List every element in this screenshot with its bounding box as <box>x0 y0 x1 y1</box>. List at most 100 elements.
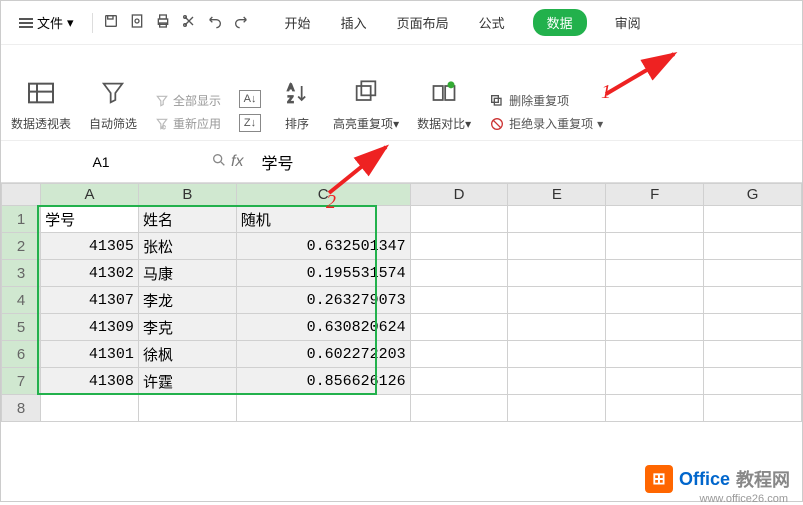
cell[interactable] <box>236 395 410 422</box>
fx-label[interactable]: fx <box>231 153 243 171</box>
cell[interactable] <box>704 314 802 341</box>
cell[interactable] <box>410 368 508 395</box>
data-compare-button[interactable]: 数据对比▾ <box>417 75 471 132</box>
cell[interactable] <box>410 206 508 233</box>
print-icon[interactable] <box>155 13 171 32</box>
cell[interactable]: 0.602272203 <box>236 341 410 368</box>
cell[interactable] <box>508 206 606 233</box>
spreadsheet-grid[interactable]: A B C D E F G 1 学号 姓名 随机 2 41305 张松 0.63… <box>1 183 802 422</box>
cell[interactable] <box>508 260 606 287</box>
col-header-e[interactable]: E <box>508 184 606 206</box>
tab-page-layout[interactable]: 页面布局 <box>395 9 451 36</box>
remove-dup-button[interactable]: 删除重复项 <box>489 92 603 109</box>
cell[interactable]: 0.630820624 <box>236 314 410 341</box>
cell[interactable] <box>704 395 802 422</box>
row-header[interactable]: 2 <box>2 233 41 260</box>
formula-input[interactable] <box>253 153 553 171</box>
col-header-c[interactable]: C <box>236 184 410 206</box>
sort-button[interactable]: AZ 排序 <box>279 75 315 132</box>
cell[interactable]: 马康 <box>138 260 236 287</box>
undo-icon[interactable] <box>207 13 223 32</box>
cell[interactable] <box>508 341 606 368</box>
tab-insert[interactable]: 插入 <box>339 9 369 36</box>
cell[interactable]: 李克 <box>138 314 236 341</box>
cell[interactable] <box>138 395 236 422</box>
cell[interactable]: 41309 <box>41 314 139 341</box>
cell[interactable]: 随机 <box>236 206 410 233</box>
sort-desc-button[interactable]: Z↓ <box>239 114 261 132</box>
cell[interactable] <box>410 341 508 368</box>
highlight-dup-button[interactable]: 高亮重复项▾ <box>333 75 399 132</box>
cell[interactable] <box>606 287 704 314</box>
autofilter-button[interactable]: 自动筛选 <box>89 75 137 132</box>
row-header[interactable]: 6 <box>2 341 41 368</box>
row-header[interactable]: 4 <box>2 287 41 314</box>
hamburger-menu[interactable]: 文件 ▾ <box>11 9 82 36</box>
redo-icon[interactable] <box>233 13 249 32</box>
cell[interactable] <box>41 395 139 422</box>
cell[interactable]: 李龙 <box>138 287 236 314</box>
row-header[interactable]: 1 <box>2 206 41 233</box>
cell[interactable] <box>704 206 802 233</box>
tab-start[interactable]: 开始 <box>283 9 313 36</box>
col-header-f[interactable]: F <box>606 184 704 206</box>
cell[interactable]: 0.856626126 <box>236 368 410 395</box>
select-all-cell[interactable] <box>2 184 41 206</box>
cell[interactable]: 学号 <box>41 206 139 233</box>
name-box-input[interactable] <box>51 154 151 170</box>
cell[interactable]: 许霆 <box>138 368 236 395</box>
cell[interactable]: 41307 <box>41 287 139 314</box>
cell[interactable] <box>508 395 606 422</box>
cell[interactable]: 0.263279073 <box>236 287 410 314</box>
pivot-table-button[interactable]: 数据透视表 <box>11 75 71 132</box>
cell[interactable] <box>410 233 508 260</box>
cell[interactable] <box>704 287 802 314</box>
cell[interactable] <box>606 260 704 287</box>
tab-data[interactable]: 数据 <box>533 9 587 36</box>
cell[interactable] <box>410 395 508 422</box>
cell[interactable] <box>606 206 704 233</box>
cell[interactable] <box>508 314 606 341</box>
print-preview-icon[interactable] <box>129 13 145 32</box>
cell[interactable] <box>704 341 802 368</box>
cut-icon[interactable] <box>181 13 197 32</box>
cell[interactable] <box>410 260 508 287</box>
cell[interactable] <box>508 368 606 395</box>
save-icon[interactable] <box>103 13 119 32</box>
reapply-button[interactable]: 重新应用 <box>155 115 221 132</box>
cell[interactable] <box>606 341 704 368</box>
tab-formula[interactable]: 公式 <box>477 9 507 36</box>
cell[interactable] <box>606 314 704 341</box>
cell[interactable] <box>410 287 508 314</box>
cell[interactable] <box>606 395 704 422</box>
col-header-b[interactable]: B <box>138 184 236 206</box>
cell[interactable] <box>410 314 508 341</box>
reject-dup-button[interactable]: 拒绝录入重复项▾ <box>489 115 603 132</box>
row-header[interactable]: 8 <box>2 395 41 422</box>
cell[interactable]: 张松 <box>138 233 236 260</box>
cell[interactable] <box>606 233 704 260</box>
sort-asc-button[interactable]: A↓ <box>239 90 261 108</box>
cell[interactable]: 姓名 <box>138 206 236 233</box>
cell[interactable] <box>704 233 802 260</box>
cell[interactable]: 41301 <box>41 341 139 368</box>
row-header[interactable]: 7 <box>2 368 41 395</box>
cell[interactable]: 41305 <box>41 233 139 260</box>
cell[interactable] <box>704 368 802 395</box>
cell[interactable]: 41302 <box>41 260 139 287</box>
cell[interactable]: 徐枫 <box>138 341 236 368</box>
cell[interactable]: 0.195531574 <box>236 260 410 287</box>
row-header[interactable]: 3 <box>2 260 41 287</box>
tab-review[interactable]: 审阅 <box>613 9 643 36</box>
cell[interactable] <box>508 287 606 314</box>
search-icon[interactable] <box>211 152 227 171</box>
cell[interactable]: 0.632501347 <box>236 233 410 260</box>
cell[interactable] <box>704 260 802 287</box>
cell[interactable] <box>606 368 704 395</box>
col-header-d[interactable]: D <box>410 184 508 206</box>
cell[interactable] <box>508 233 606 260</box>
row-header[interactable]: 5 <box>2 314 41 341</box>
col-header-g[interactable]: G <box>704 184 802 206</box>
show-all-button[interactable]: 全部显示 <box>155 92 221 109</box>
cell[interactable]: 41308 <box>41 368 139 395</box>
